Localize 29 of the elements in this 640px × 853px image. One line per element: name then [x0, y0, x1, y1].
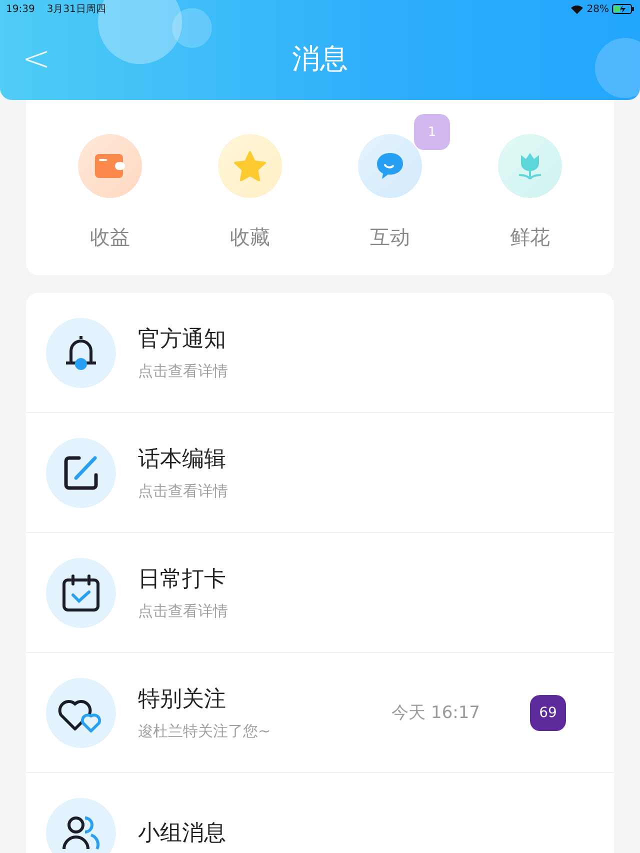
message-title: 特别关注 — [138, 686, 227, 714]
message-preview: 点击查看详情 — [138, 362, 229, 381]
message-title: 小组消息 — [138, 820, 227, 848]
bubble-drawing — [595, 38, 640, 98]
message-row[interactable]: 日常打卡 点击查看详情 — [26, 533, 614, 653]
status-date: 3月31日周四 — [46, 3, 106, 16]
message-preview: 点击查看详情 — [138, 602, 229, 621]
chat-bubble-icon — [375, 151, 405, 181]
count-badge: 1 — [414, 114, 450, 150]
edit-icon — [63, 454, 99, 490]
message-time: 今天 16:17 — [392, 702, 480, 724]
message-row[interactable]: 话本编辑 点击查看详情 — [26, 413, 614, 533]
wallet-icon — [95, 154, 125, 178]
message-row[interactable]: 特别关注 逡杜兰特关注了您~ 今天 16:17 69 — [26, 653, 614, 773]
status-time: 19:39 — [6, 4, 35, 14]
page-title: 消息 — [292, 41, 348, 77]
message-title: 话本编辑 — [138, 446, 227, 474]
battery-percent: 28% — [586, 4, 609, 14]
battery-icon — [612, 4, 634, 14]
message-row[interactable]: 官方通知 点击查看详情 — [26, 293, 614, 413]
message-title: 官方通知 — [138, 326, 227, 354]
message-preview: 逡杜兰特关注了您~ — [138, 722, 272, 741]
message-title: 日常打卡 — [138, 566, 227, 594]
unread-badge: 69 — [530, 694, 566, 730]
message-preview: 点击查看详情 — [138, 482, 229, 501]
message-row[interactable]: 小组消息 — [26, 773, 614, 853]
wifi-icon — [570, 4, 583, 14]
star-icon — [234, 151, 266, 181]
calendar-check-icon — [62, 574, 100, 612]
